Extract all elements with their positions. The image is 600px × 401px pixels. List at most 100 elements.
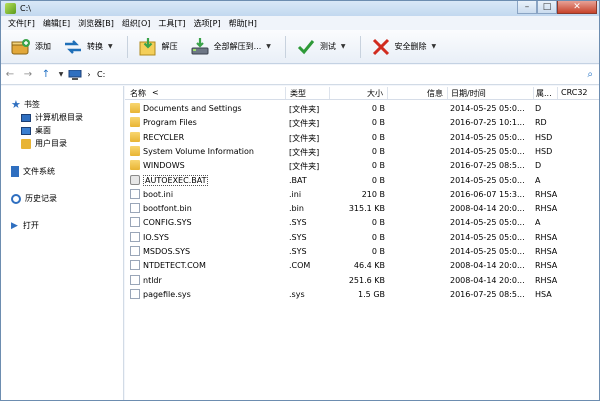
- search-icon[interactable]: ⌕: [587, 69, 593, 80]
- file-icon: [130, 203, 140, 214]
- test-button[interactable]: 测试 ▼: [292, 34, 350, 60]
- file-icon: [130, 246, 140, 256]
- sidebar-item-user-dir[interactable]: 用户目录: [21, 138, 67, 149]
- table-row[interactable]: System Volume Information [文件夹] 0 B 2014-05…: [125, 144, 599, 158]
- file-type: .COM: [289, 261, 311, 271]
- menu-help[interactable]: 帮助[H]: [225, 18, 261, 29]
- sort-indicator-icon: <: [152, 88, 159, 97]
- file-icon: [130, 274, 140, 285]
- column-info[interactable]: 信息: [427, 88, 443, 99]
- test-label: 测试: [319, 42, 336, 51]
- file-type: [文件夹]: [289, 133, 320, 143]
- sidebar-item-computer-root[interactable]: 计算机根目录: [21, 112, 83, 123]
- sidebar-item-label: 文件系统: [23, 167, 55, 176]
- menu-options[interactable]: 选项[P]: [190, 18, 225, 29]
- maximize-button[interactable]: □: [537, 1, 557, 14]
- table-row[interactable]: bootfont.bin .bin 315.1 KB 2008-04-14 20:0.…: [125, 201, 599, 215]
- add-archive-icon: [11, 37, 31, 57]
- column-divider[interactable]: [447, 87, 448, 99]
- file-type: [文件夹]: [289, 119, 320, 129]
- menu-edit[interactable]: 编辑[E]: [39, 18, 74, 29]
- table-row[interactable]: RECYCLER [文件夹] 0 B 2014-05-25 05:0... HSD: [125, 130, 599, 144]
- file-type: [文件夹]: [289, 147, 320, 157]
- test-dropdown-icon[interactable]: ▼: [341, 43, 346, 50]
- table-row[interactable]: AUTOEXEC.BAT .BAT 0 B 2014-05-25 05:0... A: [125, 173, 599, 187]
- convert-arrows-icon: [63, 37, 83, 57]
- extract-all-button[interactable]: 全部解压到... ▼: [186, 34, 275, 60]
- convert-button[interactable]: 转换 ▼: [59, 34, 117, 60]
- file-type: .sys: [289, 289, 305, 299]
- column-divider[interactable]: [557, 87, 558, 99]
- file-name: Documents and Settings: [143, 104, 242, 113]
- column-name[interactable]: 名称: [130, 88, 146, 99]
- file-date: 2016-07-25 08:5...: [450, 161, 525, 171]
- path-chevron-icon[interactable]: ›: [83, 70, 95, 79]
- file-date: 2014-05-25 05:0...: [450, 132, 525, 142]
- file-date: 2016-07-25 08:5...: [450, 289, 525, 299]
- convert-dropdown-icon[interactable]: ▼: [108, 43, 113, 50]
- menu-file[interactable]: 文件[F]: [4, 18, 39, 29]
- sidebar-item-open[interactable]: ▶ 打开: [11, 220, 39, 231]
- file-type: .SYS: [289, 232, 307, 242]
- file-attributes: RHSA: [535, 232, 558, 242]
- window-controls: – □ ✕: [517, 1, 597, 14]
- column-size[interactable]: 大小: [367, 88, 383, 99]
- extract-all-dropdown-icon[interactable]: ▼: [266, 43, 271, 50]
- play-arrow-icon: ▶: [11, 220, 18, 231]
- menu-tools[interactable]: 工具[T]: [154, 18, 189, 29]
- file-icon: [130, 217, 140, 228]
- table-row[interactable]: CONFIG.SYS .SYS 0 B 2014-05-25 05:0... A: [125, 215, 599, 229]
- column-divider[interactable]: [285, 87, 286, 99]
- file-size: 0 B: [371, 146, 385, 156]
- table-row[interactable]: pagefile.sys .sys 1.5 GB 2016-07-25 08:5...…: [125, 287, 599, 301]
- menu-browser[interactable]: 浏览器[B]: [74, 18, 118, 29]
- minimize-button[interactable]: –: [517, 1, 537, 14]
- extract-folder-icon: [138, 37, 158, 57]
- menu-organize[interactable]: 组织[O]: [118, 18, 155, 29]
- secure-delete-button[interactable]: 安全删除 ▼: [367, 34, 441, 60]
- extract-button[interactable]: 解压: [134, 34, 182, 60]
- back-icon[interactable]: ←: [1, 69, 19, 80]
- add-button[interactable]: 添加: [7, 34, 55, 60]
- forward-icon[interactable]: →: [19, 69, 37, 80]
- file-name: NTDETECT.COM: [143, 261, 206, 271]
- column-date[interactable]: 日期/时间: [451, 88, 486, 99]
- close-button[interactable]: ✕: [557, 1, 597, 14]
- file-size: 0 B: [371, 232, 385, 242]
- history-dropdown-icon[interactable]: ▼: [55, 71, 67, 78]
- column-type[interactable]: 类型: [290, 88, 306, 99]
- table-row[interactable]: Program Files [文件夹] 0 B 2016-07-25 10:1... R…: [125, 115, 599, 129]
- sidebar-item-desktop[interactable]: 桌面: [21, 125, 51, 136]
- table-row[interactable]: NTDETECT.COM .COM 46.4 KB 2008-04-14 20:0..…: [125, 258, 599, 272]
- sidebar-item-history[interactable]: 历史记录: [11, 193, 57, 204]
- up-icon[interactable]: ↑: [37, 69, 55, 80]
- sidebar-item-bookmarks[interactable]: ★ 书签: [11, 98, 40, 111]
- file-attributes: RD: [535, 118, 547, 128]
- file-type: [文件夹]: [289, 162, 320, 172]
- table-row[interactable]: ntldr 251.6 KB 2008-04-14 20:0... RHSA: [125, 273, 599, 287]
- table-row[interactable]: Documents and Settings [文件夹] 0 B 2014-05-25…: [125, 101, 599, 115]
- secure-delete-dropdown-icon[interactable]: ▼: [432, 43, 437, 50]
- desktop-icon: [21, 126, 31, 135]
- table-row[interactable]: WINDOWS [文件夹] 0 B 2016-07-25 08:5... D: [125, 158, 599, 172]
- table-row[interactable]: IO.SYS .SYS 0 B 2014-05-25 05:0... RHSA: [125, 230, 599, 244]
- file-date: 2008-04-14 20:0...: [450, 261, 525, 271]
- filesystem-icon: [11, 166, 19, 177]
- folder-icon: [130, 160, 140, 171]
- address-path[interactable]: C:: [97, 70, 105, 79]
- address-bar: ← → ↑ ▼ › C: ⌕: [1, 65, 599, 85]
- sidebar-item-filesystem[interactable]: 文件系统: [11, 166, 55, 177]
- file-size: 46.4 KB: [353, 261, 385, 271]
- table-row[interactable]: MSDOS.SYS .SYS 0 B 2014-05-25 05:0... RHSA: [125, 244, 599, 258]
- column-attr[interactable]: 属...: [536, 88, 552, 99]
- column-divider[interactable]: [329, 87, 330, 99]
- column-crc32[interactable]: CRC32: [561, 88, 588, 97]
- table-row[interactable]: boot.ini .ini 210 B 2016-06-07 15:3... RHSA: [125, 187, 599, 201]
- file-date: 2014-05-25 05:0...: [450, 175, 525, 185]
- sidebar-item-label: 历史记录: [25, 194, 57, 203]
- column-divider[interactable]: [533, 87, 534, 99]
- file-icon: [130, 260, 140, 271]
- file-type: .SYS: [289, 218, 307, 228]
- file-attributes: RHSA: [535, 261, 558, 271]
- column-divider[interactable]: [387, 87, 388, 99]
